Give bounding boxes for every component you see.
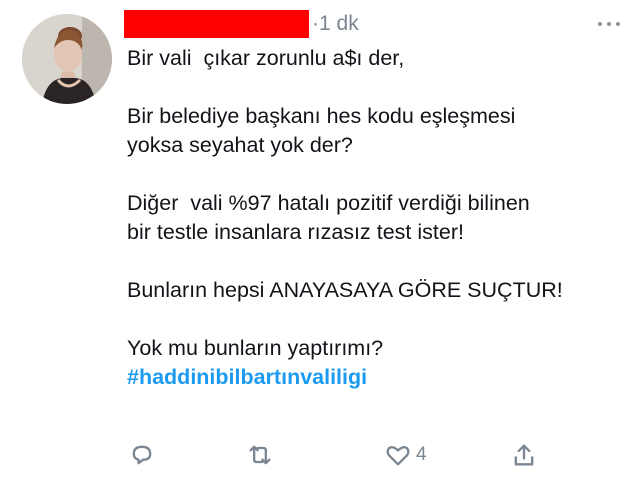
tweet-text: Bir vali çıkar zorunlu a$ı der, Bir bele… bbox=[127, 44, 632, 392]
retweet-button[interactable] bbox=[246, 440, 274, 470]
tweet-timestamp[interactable]: ·1 dk bbox=[312, 12, 359, 36]
tweet: ·1 dk Bir vali çıkar zorunlu a$ı der, Bi… bbox=[0, 0, 640, 496]
reply-button[interactable] bbox=[128, 440, 156, 470]
like-count: 4 bbox=[416, 444, 427, 465]
redacted-author-name[interactable] bbox=[124, 10, 309, 38]
avatar-photo bbox=[22, 14, 112, 104]
tweet-actions: 4 bbox=[0, 440, 640, 474]
tweet-paragraph: Diğer vali %97 hatalı pozitif verdiği bi… bbox=[127, 191, 530, 244]
like-button[interactable]: 4 bbox=[384, 440, 427, 470]
avatar[interactable] bbox=[22, 14, 112, 104]
heart-icon bbox=[386, 446, 410, 466]
share-icon bbox=[514, 444, 534, 466]
tweet-header: ·1 dk bbox=[124, 8, 624, 38]
reply-icon bbox=[132, 445, 152, 465]
retweet-icon bbox=[249, 445, 271, 465]
tweet-paragraph: Bunların hepsi ANAYASAYA GÖRE SUÇTUR! bbox=[127, 278, 563, 302]
more-dots-icon[interactable] bbox=[596, 12, 622, 34]
tweet-paragraph: Yok mu bunların yaptırımı? bbox=[127, 336, 384, 360]
tweet-paragraph: Bir vali çıkar zorunlu a$ı der, bbox=[127, 46, 405, 70]
hashtag-link[interactable]: #haddinibilbartınvaliligi bbox=[127, 363, 632, 392]
timestamp-text: 1 dk bbox=[319, 12, 359, 35]
tweet-paragraph: Bir belediye başkanı hes kodu eşleşmesi … bbox=[127, 104, 516, 157]
share-button[interactable] bbox=[510, 440, 538, 470]
separator-dot: · bbox=[312, 12, 319, 35]
